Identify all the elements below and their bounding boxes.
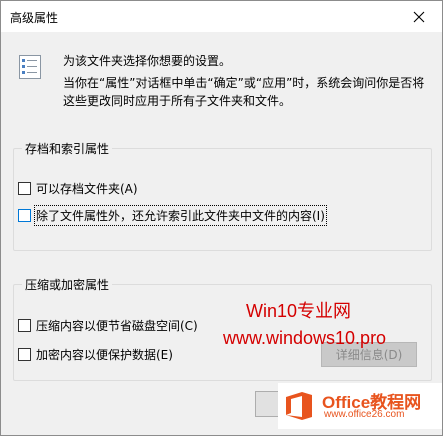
office-logo-icon xyxy=(286,392,312,420)
encrypt-option[interactable]: 加密内容以便保护数据(E) xyxy=(18,346,173,363)
watermark-url: www.windows10.pro xyxy=(223,328,387,348)
title-bar: 高级属性 xyxy=(1,1,442,32)
encrypt-label: 加密内容以便保护数据(E) xyxy=(36,348,173,362)
archive-group-title: 存档和索引属性 xyxy=(22,140,113,157)
compress-option[interactable]: 压缩内容以便节省磁盘空间(C) xyxy=(18,317,198,334)
archive-index-group: 存档和索引属性 xyxy=(13,140,432,251)
watermark-text: Win10专业网 xyxy=(246,301,352,321)
close-button[interactable] xyxy=(396,1,442,32)
compress-group-title: 压缩或加密属性 xyxy=(22,276,113,293)
close-icon xyxy=(413,11,425,22)
window-title: 高级属性 xyxy=(10,11,59,25)
archive-checkbox[interactable] xyxy=(18,182,31,195)
compress-label: 压缩内容以便节省磁盘空间(C) xyxy=(36,319,198,333)
archive-option[interactable]: 可以存档文件夹(A) xyxy=(18,180,138,197)
index-label: 除了文件属性外，还允许索引此文件夹中文件的内容(I) xyxy=(34,205,327,226)
encrypt-checkbox[interactable] xyxy=(18,348,31,361)
index-option[interactable]: 除了文件属性外，还允许索引此文件夹中文件的内容(I) xyxy=(18,205,327,226)
index-checkbox[interactable] xyxy=(18,209,31,222)
compress-checkbox[interactable] xyxy=(18,319,31,332)
intro-text: 为该文件夹选择你想要的设置。 xyxy=(63,54,232,68)
office-watermark-logo: Office教程网 www.office26.com xyxy=(278,383,442,429)
logo-url: www.office26.com xyxy=(324,409,405,420)
properties-list-icon xyxy=(19,55,41,79)
archive-label: 可以存档文件夹(A) xyxy=(36,182,138,196)
description-text: 当你在“属性”对话框中单击“确定”或“应用”时，系统会询问你是否将这些更改同时应… xyxy=(63,76,425,108)
advanced-attributes-dialog: 高级属性 为该文件夹选择你想要的设置。 当你在“属性”对话框中单击“确定”或“应… xyxy=(0,0,443,436)
